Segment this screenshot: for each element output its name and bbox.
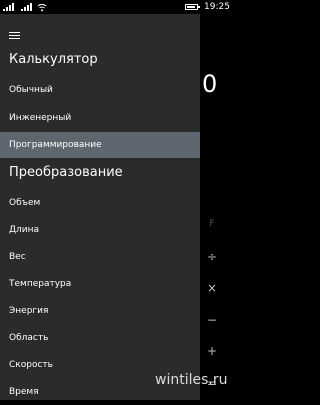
wifi-icon [37, 4, 47, 12]
menu-item-weight[interactable]: Вес [0, 244, 200, 270]
calc-key-plus[interactable]: + [204, 344, 220, 358]
signal-icon [3, 3, 14, 11]
status-time: 19:25 [204, 2, 230, 12]
menu-item-programmer[interactable]: Программирование [0, 132, 200, 158]
battery-icon [185, 4, 200, 10]
calculator-display: 0 [202, 70, 218, 98]
calc-key-divide[interactable]: ÷ [204, 250, 220, 264]
watermark: wintiles.ru [155, 372, 228, 388]
section-title-calculator: Калькулятор [9, 52, 98, 67]
menu-item-length[interactable]: Длина [0, 217, 200, 243]
menu-item-temperature[interactable]: Температура [0, 271, 200, 297]
menu-item-scientific[interactable]: Инженерный [0, 105, 200, 131]
menu-item-standard[interactable]: Обычный [0, 77, 200, 103]
hamburger-icon[interactable] [9, 32, 20, 40]
navigation-drawer: Калькулятор Обычный Инженерный Программи… [0, 14, 200, 400]
section-title-conversion: Преобразование [9, 165, 123, 180]
calc-key-minus[interactable]: − [204, 313, 220, 327]
calc-key-f[interactable]: F [204, 219, 220, 229]
calc-key-multiply[interactable]: × [204, 281, 220, 295]
menu-item-energy[interactable]: Энергия [0, 298, 200, 324]
menu-item-area[interactable]: Область [0, 325, 200, 351]
signal-icon [21, 3, 32, 11]
status-bar: 19:25 [0, 0, 240, 14]
menu-item-volume[interactable]: Объем [0, 190, 200, 216]
